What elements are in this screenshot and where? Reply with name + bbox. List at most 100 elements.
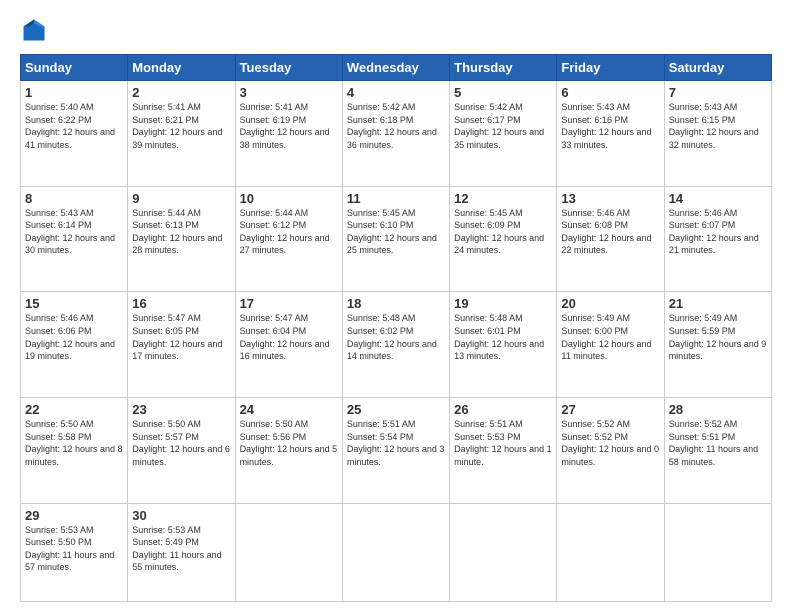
day-number: 1 — [25, 85, 123, 100]
day-info: Sunrise: 5:51 AMSunset: 5:54 PMDaylight:… — [347, 418, 445, 468]
logo-icon — [20, 16, 48, 44]
calendar-cell: 16Sunrise: 5:47 AMSunset: 6:05 PMDayligh… — [128, 292, 235, 398]
day-info: Sunrise: 5:43 AMSunset: 6:14 PMDaylight:… — [25, 207, 123, 257]
calendar-cell: 23Sunrise: 5:50 AMSunset: 5:57 PMDayligh… — [128, 398, 235, 504]
calendar-cell — [235, 503, 342, 601]
day-number: 14 — [669, 191, 767, 206]
day-number: 21 — [669, 296, 767, 311]
day-number: 25 — [347, 402, 445, 417]
day-number: 3 — [240, 85, 338, 100]
day-number: 5 — [454, 85, 552, 100]
calendar-cell: 6Sunrise: 5:43 AMSunset: 6:16 PMDaylight… — [557, 81, 664, 187]
calendar-cell: 25Sunrise: 5:51 AMSunset: 5:54 PMDayligh… — [342, 398, 449, 504]
day-info: Sunrise: 5:52 AMSunset: 5:52 PMDaylight:… — [561, 418, 659, 468]
day-info: Sunrise: 5:41 AMSunset: 6:21 PMDaylight:… — [132, 101, 230, 151]
calendar-cell: 1Sunrise: 5:40 AMSunset: 6:22 PMDaylight… — [21, 81, 128, 187]
day-number: 24 — [240, 402, 338, 417]
day-info: Sunrise: 5:43 AMSunset: 6:16 PMDaylight:… — [561, 101, 659, 151]
day-info: Sunrise: 5:49 AMSunset: 5:59 PMDaylight:… — [669, 312, 767, 362]
calendar-cell: 15Sunrise: 5:46 AMSunset: 6:06 PMDayligh… — [21, 292, 128, 398]
day-info: Sunrise: 5:45 AMSunset: 6:10 PMDaylight:… — [347, 207, 445, 257]
calendar-cell: 17Sunrise: 5:47 AMSunset: 6:04 PMDayligh… — [235, 292, 342, 398]
calendar-cell: 4Sunrise: 5:42 AMSunset: 6:18 PMDaylight… — [342, 81, 449, 187]
day-info: Sunrise: 5:40 AMSunset: 6:22 PMDaylight:… — [25, 101, 123, 151]
weekday-header-sunday: Sunday — [21, 55, 128, 81]
calendar-cell: 2Sunrise: 5:41 AMSunset: 6:21 PMDaylight… — [128, 81, 235, 187]
day-info: Sunrise: 5:51 AMSunset: 5:53 PMDaylight:… — [454, 418, 552, 468]
day-number: 28 — [669, 402, 767, 417]
day-number: 17 — [240, 296, 338, 311]
day-number: 16 — [132, 296, 230, 311]
day-info: Sunrise: 5:47 AMSunset: 6:05 PMDaylight:… — [132, 312, 230, 362]
day-info: Sunrise: 5:41 AMSunset: 6:19 PMDaylight:… — [240, 101, 338, 151]
week-row-5: 29Sunrise: 5:53 AMSunset: 5:50 PMDayligh… — [21, 503, 772, 601]
day-info: Sunrise: 5:46 AMSunset: 6:07 PMDaylight:… — [669, 207, 767, 257]
week-row-1: 1Sunrise: 5:40 AMSunset: 6:22 PMDaylight… — [21, 81, 772, 187]
day-number: 20 — [561, 296, 659, 311]
weekday-header-monday: Monday — [128, 55, 235, 81]
header — [20, 16, 772, 44]
calendar-cell: 9Sunrise: 5:44 AMSunset: 6:13 PMDaylight… — [128, 186, 235, 292]
day-info: Sunrise: 5:42 AMSunset: 6:17 PMDaylight:… — [454, 101, 552, 151]
page: SundayMondayTuesdayWednesdayThursdayFrid… — [0, 0, 792, 612]
week-row-2: 8Sunrise: 5:43 AMSunset: 6:14 PMDaylight… — [21, 186, 772, 292]
weekday-header-saturday: Saturday — [664, 55, 771, 81]
calendar-cell: 30Sunrise: 5:53 AMSunset: 5:49 PMDayligh… — [128, 503, 235, 601]
calendar-cell: 20Sunrise: 5:49 AMSunset: 6:00 PMDayligh… — [557, 292, 664, 398]
day-number: 27 — [561, 402, 659, 417]
day-info: Sunrise: 5:43 AMSunset: 6:15 PMDaylight:… — [669, 101, 767, 151]
calendar-cell — [450, 503, 557, 601]
logo — [20, 16, 52, 44]
day-number: 26 — [454, 402, 552, 417]
calendar-cell: 29Sunrise: 5:53 AMSunset: 5:50 PMDayligh… — [21, 503, 128, 601]
day-info: Sunrise: 5:47 AMSunset: 6:04 PMDaylight:… — [240, 312, 338, 362]
calendar-cell: 21Sunrise: 5:49 AMSunset: 5:59 PMDayligh… — [664, 292, 771, 398]
week-row-4: 22Sunrise: 5:50 AMSunset: 5:58 PMDayligh… — [21, 398, 772, 504]
calendar-cell: 26Sunrise: 5:51 AMSunset: 5:53 PMDayligh… — [450, 398, 557, 504]
calendar-cell: 10Sunrise: 5:44 AMSunset: 6:12 PMDayligh… — [235, 186, 342, 292]
calendar-cell: 13Sunrise: 5:46 AMSunset: 6:08 PMDayligh… — [557, 186, 664, 292]
day-info: Sunrise: 5:52 AMSunset: 5:51 PMDaylight:… — [669, 418, 767, 468]
day-number: 23 — [132, 402, 230, 417]
calendar-cell: 5Sunrise: 5:42 AMSunset: 6:17 PMDaylight… — [450, 81, 557, 187]
weekday-header-row: SundayMondayTuesdayWednesdayThursdayFrid… — [21, 55, 772, 81]
day-number: 4 — [347, 85, 445, 100]
day-number: 12 — [454, 191, 552, 206]
calendar-cell: 8Sunrise: 5:43 AMSunset: 6:14 PMDaylight… — [21, 186, 128, 292]
calendar-cell: 12Sunrise: 5:45 AMSunset: 6:09 PMDayligh… — [450, 186, 557, 292]
weekday-header-tuesday: Tuesday — [235, 55, 342, 81]
day-info: Sunrise: 5:42 AMSunset: 6:18 PMDaylight:… — [347, 101, 445, 151]
calendar-cell: 18Sunrise: 5:48 AMSunset: 6:02 PMDayligh… — [342, 292, 449, 398]
day-info: Sunrise: 5:50 AMSunset: 5:58 PMDaylight:… — [25, 418, 123, 468]
calendar-table: SundayMondayTuesdayWednesdayThursdayFrid… — [20, 54, 772, 602]
weekday-header-thursday: Thursday — [450, 55, 557, 81]
day-number: 29 — [25, 508, 123, 523]
day-info: Sunrise: 5:44 AMSunset: 6:13 PMDaylight:… — [132, 207, 230, 257]
calendar-cell — [664, 503, 771, 601]
calendar-cell: 14Sunrise: 5:46 AMSunset: 6:07 PMDayligh… — [664, 186, 771, 292]
weekday-header-friday: Friday — [557, 55, 664, 81]
day-number: 22 — [25, 402, 123, 417]
calendar-cell: 22Sunrise: 5:50 AMSunset: 5:58 PMDayligh… — [21, 398, 128, 504]
day-number: 18 — [347, 296, 445, 311]
day-info: Sunrise: 5:46 AMSunset: 6:08 PMDaylight:… — [561, 207, 659, 257]
calendar-cell — [557, 503, 664, 601]
day-number: 2 — [132, 85, 230, 100]
calendar-cell: 3Sunrise: 5:41 AMSunset: 6:19 PMDaylight… — [235, 81, 342, 187]
weekday-header-wednesday: Wednesday — [342, 55, 449, 81]
day-number: 9 — [132, 191, 230, 206]
day-info: Sunrise: 5:53 AMSunset: 5:49 PMDaylight:… — [132, 524, 230, 574]
calendar-cell — [342, 503, 449, 601]
day-info: Sunrise: 5:46 AMSunset: 6:06 PMDaylight:… — [25, 312, 123, 362]
day-info: Sunrise: 5:50 AMSunset: 5:57 PMDaylight:… — [132, 418, 230, 468]
day-number: 13 — [561, 191, 659, 206]
day-info: Sunrise: 5:49 AMSunset: 6:00 PMDaylight:… — [561, 312, 659, 362]
day-number: 19 — [454, 296, 552, 311]
week-row-3: 15Sunrise: 5:46 AMSunset: 6:06 PMDayligh… — [21, 292, 772, 398]
calendar-cell: 7Sunrise: 5:43 AMSunset: 6:15 PMDaylight… — [664, 81, 771, 187]
day-number: 7 — [669, 85, 767, 100]
day-info: Sunrise: 5:48 AMSunset: 6:01 PMDaylight:… — [454, 312, 552, 362]
calendar-cell: 11Sunrise: 5:45 AMSunset: 6:10 PMDayligh… — [342, 186, 449, 292]
day-info: Sunrise: 5:53 AMSunset: 5:50 PMDaylight:… — [25, 524, 123, 574]
day-info: Sunrise: 5:45 AMSunset: 6:09 PMDaylight:… — [454, 207, 552, 257]
